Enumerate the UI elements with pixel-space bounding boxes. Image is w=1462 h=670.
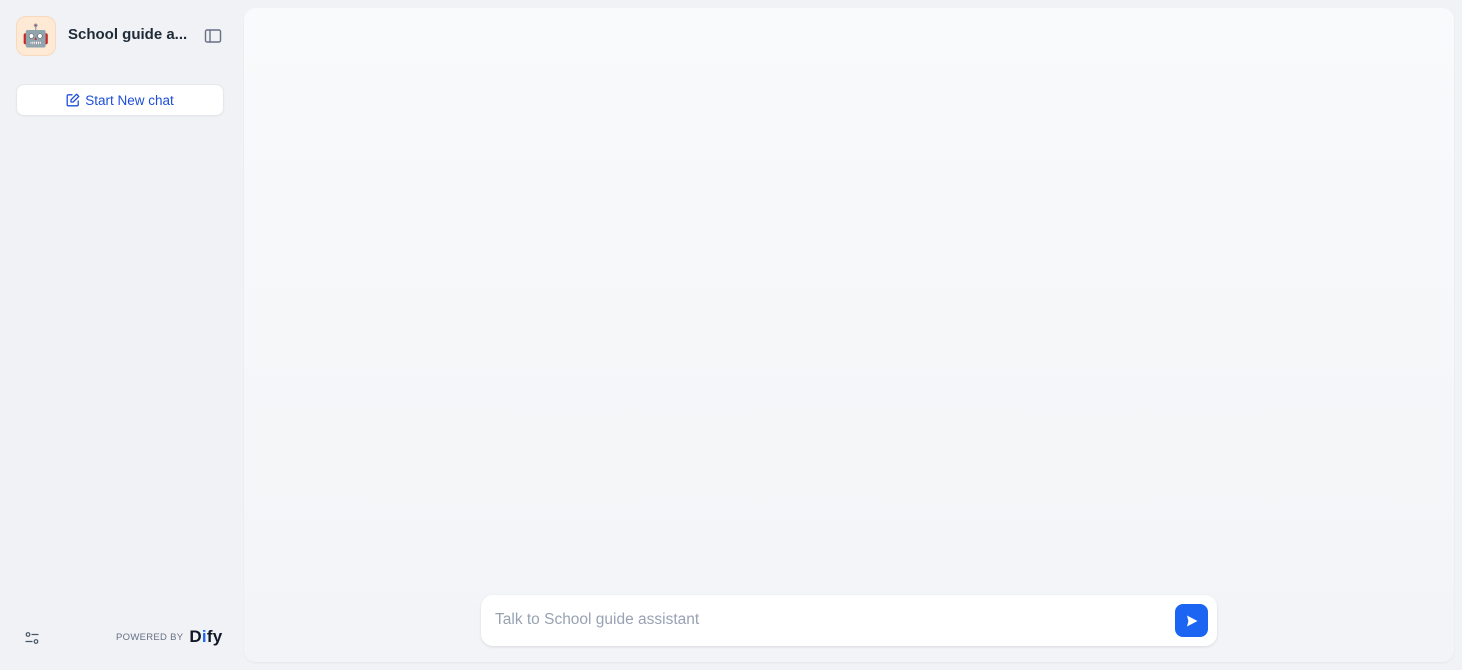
send-icon (1186, 615, 1197, 626)
sidebar-toggle-icon (204, 29, 222, 43)
sidebar: 🤖 School guide a... Start New chat POWER… (0, 0, 240, 670)
chat-input[interactable] (493, 607, 1157, 633)
settings-sliders-icon (25, 632, 39, 644)
start-new-chat-label: Start New chat (85, 92, 174, 108)
send-button[interactable] (1175, 604, 1208, 637)
dify-logo: Dify (189, 627, 223, 646)
chat-composer (481, 595, 1217, 646)
powered-by-label: POWERED BY (116, 631, 184, 643)
sidebar-toggle-button[interactable] (202, 25, 224, 47)
start-new-chat-button[interactable]: Start New chat (16, 84, 224, 116)
powered-by: POWERED BY Dify (116, 626, 222, 648)
edit-icon (66, 93, 80, 107)
settings-button[interactable] (22, 628, 42, 648)
app-title: School guide a... (68, 26, 188, 43)
robot-icon: 🤖 (22, 23, 50, 48)
app-icon: 🤖 (16, 16, 56, 56)
chat-panel (244, 8, 1454, 662)
